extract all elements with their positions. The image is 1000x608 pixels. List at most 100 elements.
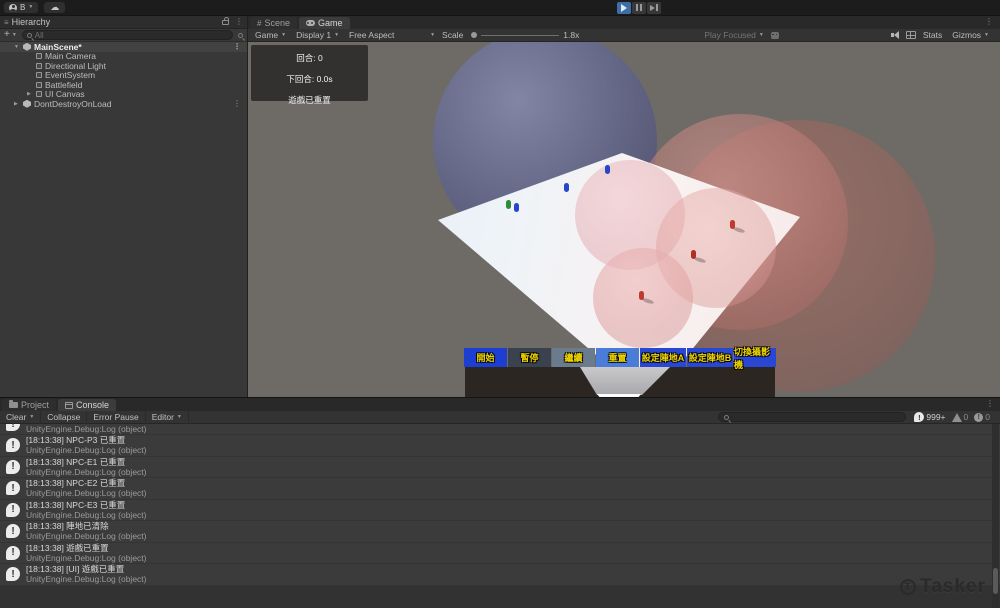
cloud-services-button[interactable]: ☁ (44, 2, 65, 13)
chevron-down-icon: ▼ (759, 33, 764, 38)
scale-slider-knob[interactable] (471, 32, 477, 38)
add-object-caret-icon[interactable]: ▼ (12, 33, 17, 38)
search-by-type-icon[interactable] (238, 33, 243, 38)
add-object-button[interactable]: + (4, 30, 10, 40)
button-label: Clear (6, 412, 26, 422)
resume-button[interactable]: 繼續 (552, 348, 595, 367)
game-view-panel: # Scene Game ⋮ Game ▼ Display 1 ▼ (248, 16, 1000, 397)
npc-capsule-blue (605, 165, 610, 174)
gizmos-dropdown[interactable]: Gizmos ▼ (949, 30, 992, 40)
tab-game[interactable]: Game (299, 17, 350, 29)
pause-game-button[interactable]: 暫停 (508, 348, 551, 367)
info-log-icon: ! (6, 567, 20, 581)
scene-row-mainscene[interactable]: ▼ MainScene* ⋮ (0, 42, 247, 52)
scrollbar-thumb[interactable] (993, 568, 998, 594)
tab-scene[interactable]: # Scene (250, 17, 297, 29)
kebab-menu-icon[interactable]: ⋮ (233, 100, 241, 108)
error-count-toggle[interactable]: ! 0 (974, 412, 990, 422)
log-entry[interactable]: ! [18:13:38] 遊戲已重置 UnityEngine.Debug:Log… (0, 543, 1000, 565)
account-button[interactable]: B ▼ (4, 2, 38, 13)
warning-count-toggle[interactable]: 0 (952, 412, 969, 422)
log-entry[interactable]: ! [18:13:38] [UI] 遊戲已重置 UnityEngine.Debu… (0, 564, 1000, 586)
tab-project[interactable]: Project (2, 399, 56, 411)
info-log-icon: ! (6, 481, 20, 495)
set-base-b-button[interactable]: 設定陣地B (687, 348, 733, 367)
scale-slider-track[interactable] (481, 35, 559, 36)
kebab-menu-icon[interactable]: ⋮ (233, 43, 241, 51)
log-entry[interactable]: ! [18:13:38] NPC-E3 已重置 UnityEngine.Debu… (0, 500, 1000, 522)
aspect-dropdown[interactable]: Free Aspect ▼ (346, 30, 438, 40)
gameobject-icon (36, 53, 42, 59)
log-count-toggle[interactable]: ! 999+ (914, 412, 945, 422)
log-trace: UnityEngine.Debug:Log (object) (26, 510, 147, 520)
account-icon (9, 4, 17, 12)
console-tabbar: Project Console ⋮ (0, 398, 1000, 411)
game-view-toolbar: Game ▼ Display 1 ▼ Free Aspect ▼ Scale 1… (248, 29, 1000, 42)
log-message: [18:13:38] NPC-E1 已重置 (26, 457, 147, 467)
chevron-down-icon: ▼ (334, 33, 339, 38)
hierarchy-item-main-camera[interactable]: Main Camera (0, 52, 247, 62)
workspace: ≡ Hierarchy ⋮ + ▼ All ▼ MainScene* (0, 15, 1000, 397)
log-entry[interactable]: ! [18:13:38] NPC-P3 已重置 UnityEngine.Debu… (0, 435, 1000, 457)
set-base-a-button[interactable]: 設定陣地A (640, 348, 686, 367)
log-trace: UnityEngine.Debug:Log (object) (26, 467, 147, 477)
console-count-badges: ! 999+ 0 ! 0 (914, 412, 1000, 422)
kebab-menu-icon[interactable]: ⋮ (986, 400, 994, 408)
round-counter: 回合: 0 (251, 52, 368, 64)
play-focused-dropdown[interactable]: Play Focused ▼ (701, 30, 766, 40)
gameobject-icon (36, 82, 42, 88)
clear-button[interactable]: Clear ▼ (0, 411, 41, 424)
device-simulator-icon[interactable] (771, 32, 779, 39)
foldout-closed-icon[interactable]: ▶ (14, 101, 20, 107)
npc-capsule-blue (564, 183, 569, 192)
gameobject-icon (36, 91, 42, 97)
npc-capsule-green (506, 200, 511, 209)
log-count: 999+ (926, 412, 945, 422)
error-pause-button[interactable]: Error Pause (87, 411, 145, 424)
pause-button[interactable] (632, 2, 646, 14)
log-entry[interactable]: ! [18:13:38] 陣地已清除 UnityEngine.Debug:Log… (0, 521, 1000, 543)
stats-button[interactable]: Stats (923, 30, 942, 40)
reset-button[interactable]: 重置 (596, 348, 639, 367)
kebab-menu-icon[interactable]: ⋮ (235, 18, 243, 26)
hierarchy-item-eventsystem[interactable]: EventSystem (0, 71, 247, 81)
play-button[interactable] (617, 2, 631, 14)
mute-audio-icon[interactable] (891, 31, 899, 39)
display-target-dropdown[interactable]: Game ▼ (252, 30, 289, 40)
vsync-grid-icon[interactable] (906, 31, 916, 39)
hierarchy-title: Hierarchy (12, 17, 51, 27)
console-search-input[interactable] (718, 412, 906, 422)
log-message: [18:13:38] [UI] 遊戲已重置 (26, 564, 147, 574)
npc-capsule-red (639, 291, 644, 300)
npc-capsule-red (691, 250, 696, 259)
hierarchy-tree: ▼ MainScene* ⋮ Main Camera Directional L… (0, 42, 247, 397)
foldout-open-icon[interactable]: ▼ (14, 44, 20, 50)
cloud-icon: ☁ (50, 3, 59, 12)
console-scrollbar[interactable] (992, 424, 999, 608)
dropdown-label: Gizmos (952, 30, 981, 40)
error-count: 0 (985, 412, 990, 422)
hierarchy-item-directional-light[interactable]: Directional Light (0, 61, 247, 71)
log-entry[interactable]: ! [18:13:38] NPC-E2 已重置 UnityEngine.Debu… (0, 478, 1000, 500)
search-icon (27, 33, 32, 38)
hierarchy-search-input[interactable]: All (22, 30, 233, 40)
chevron-down-icon: ▼ (430, 33, 435, 38)
tab-console[interactable]: Console (58, 399, 116, 411)
scene-row-dontdestroyonload[interactable]: ▶ DontDestroyOnLoad ⋮ (0, 99, 247, 109)
display-dropdown[interactable]: Display 1 ▼ (293, 30, 342, 40)
step-button[interactable] (647, 2, 661, 14)
switch-camera-button[interactable]: 切換攝影機 (734, 348, 776, 367)
log-entry-partial[interactable]: ! UnityEngine.Debug:Log (object) (0, 424, 1000, 435)
hierarchy-item-ui-canvas[interactable]: ▶ UI Canvas (0, 90, 247, 100)
editor-dropdown[interactable]: Editor ▼ (146, 411, 189, 424)
game-view-tabbar: # Scene Game ⋮ (248, 16, 1000, 29)
lock-icon[interactable] (222, 20, 229, 25)
start-button[interactable]: 開始 (464, 348, 507, 367)
kebab-menu-icon[interactable]: ⋮ (985, 18, 993, 26)
info-log-icon: ! (6, 438, 20, 452)
hierarchy-item-battlefield[interactable]: Battlefield (0, 80, 247, 90)
foldout-closed-icon[interactable]: ▶ (27, 91, 33, 97)
log-entry[interactable]: ! [18:13:38] NPC-E1 已重置 UnityEngine.Debu… (0, 457, 1000, 479)
collapse-button[interactable]: Collapse (41, 411, 87, 424)
play-icon (621, 4, 627, 12)
